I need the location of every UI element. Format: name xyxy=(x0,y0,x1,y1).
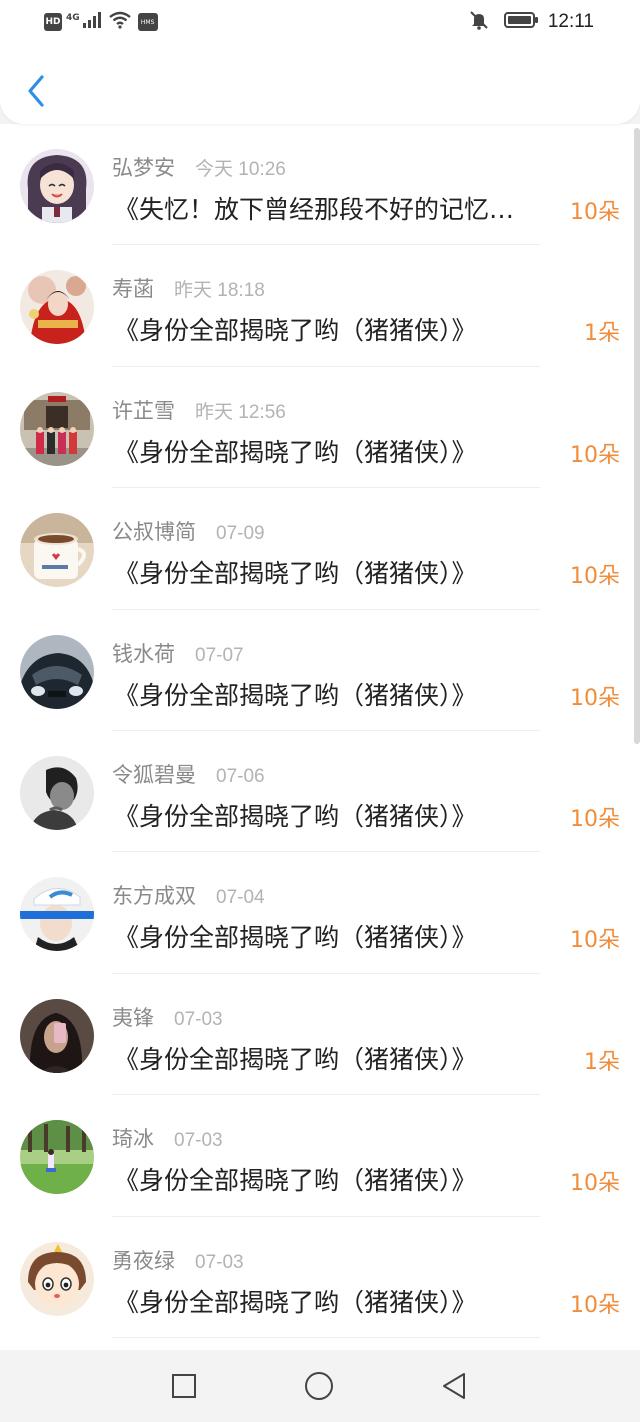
clock: 12:11 xyxy=(547,11,594,32)
work-title[interactable]: 《身份全部揭晓了哟（猪猪侠）》 xyxy=(114,1040,550,1076)
send-time: 昨天 12:56 xyxy=(195,401,286,423)
avatar[interactable] xyxy=(20,391,94,466)
flower-count: 10朵 xyxy=(570,928,620,954)
name-line: 许芷雪 昨天 12:56 xyxy=(112,395,286,425)
sender-name: 弘梦安 xyxy=(112,156,175,180)
list-item[interactable]: 琦冰 07-03 《身份全部揭晓了哟（猪猪侠）》 10朵 xyxy=(0,1095,640,1217)
send-time: 07-07 xyxy=(195,644,244,666)
sender-name: 东方成双 xyxy=(112,884,196,909)
back-button[interactable] xyxy=(18,70,54,112)
send-time: 07-04 xyxy=(216,887,265,909)
flower-count: 10朵 xyxy=(570,564,620,590)
avatar[interactable] xyxy=(20,1241,94,1316)
send-time: 07-03 xyxy=(174,1008,223,1030)
avatar[interactable] xyxy=(20,634,94,709)
sender-name: 公叔博简 xyxy=(112,520,196,545)
list-item[interactable]: 寿菡 昨天 18:18 《身份全部揭晓了哟（猪猪侠）》 1朵 xyxy=(0,245,640,367)
work-title[interactable]: 《身份全部揭晓了哟（猪猪侠）》 xyxy=(114,311,550,347)
avatar[interactable] xyxy=(20,270,94,345)
sender-name: 许芷雪 xyxy=(112,398,175,423)
name-line: 公叔博简 07-09 xyxy=(112,516,265,546)
send-time: 07-06 xyxy=(216,765,265,787)
name-line: 弘梦安 今天 10:26 xyxy=(112,152,286,182)
hms-badge: HMS xyxy=(137,13,158,31)
flower-count: 10朵 xyxy=(570,442,620,468)
scrollbar[interactable] xyxy=(634,128,640,744)
avatar[interactable] xyxy=(20,1120,94,1195)
name-line: 琦冰 07-03 xyxy=(112,1123,223,1153)
name-line: 钱水荷 07-07 xyxy=(112,638,244,668)
list-item[interactable]: 令狐碧曼 07-06 《身份全部揭晓了哟（猪猪侠）》 10朵 xyxy=(0,731,640,853)
work-title[interactable]: 《身份全部揭晓了哟（猪猪侠）》 xyxy=(114,433,550,469)
work-title[interactable]: 《身份全部揭晓了哟（猪猪侠）》 xyxy=(114,676,550,712)
sender-name: 寿菡 xyxy=(112,277,154,302)
avatar[interactable] xyxy=(20,149,94,223)
gift-record-list: 弘梦安 今天 10:26 《失忆！放下曾经那段不好的记忆… 10朵 寿菡 昨天 … xyxy=(0,124,640,1350)
home-button[interactable] xyxy=(303,1370,335,1402)
status-bar: HD 4G HMS 12:11 xyxy=(0,0,640,44)
flower-count: 1朵 xyxy=(584,321,620,347)
avatar[interactable] xyxy=(20,513,94,588)
work-title[interactable]: 《身份全部揭晓了哟（猪猪侠）》 xyxy=(114,797,550,833)
flower-count: 10朵 xyxy=(570,806,620,832)
system-nav-bar xyxy=(0,1350,640,1422)
divider xyxy=(112,1336,540,1338)
sender-name: 勇夜绿 xyxy=(112,1248,175,1273)
name-line: 寿菡 昨天 18:18 xyxy=(112,273,265,303)
recents-button[interactable] xyxy=(168,1370,200,1402)
sender-name: 令狐碧曼 xyxy=(112,762,196,787)
system-back-button[interactable] xyxy=(438,1370,470,1402)
triangle-back-icon xyxy=(443,1373,465,1399)
flower-count: 10朵 xyxy=(570,685,620,711)
name-line: 夷锋 07-03 xyxy=(112,1002,223,1032)
send-time: 今天 10:26 xyxy=(195,159,286,180)
avatar[interactable] xyxy=(20,998,94,1073)
square-icon xyxy=(172,1374,196,1398)
signal-icon xyxy=(82,11,104,33)
name-line: 令狐碧曼 07-06 xyxy=(112,759,265,789)
network-type: 4G xyxy=(66,13,80,23)
wifi-icon xyxy=(108,11,132,33)
send-time: 07-03 xyxy=(174,1130,223,1152)
flower-count: 10朵 xyxy=(570,1171,620,1197)
work-title[interactable]: 《身份全部揭晓了哟（猪猪侠）》 xyxy=(114,918,550,954)
circle-icon xyxy=(305,1372,333,1400)
app-header: HD 4G HMS 12:11 xyxy=(0,0,640,124)
status-right: 12:11 xyxy=(468,10,594,34)
status-left: HD 4G HMS xyxy=(44,10,158,34)
list-item[interactable]: 勇夜绿 07-03 《身份全部揭晓了哟（猪猪侠）》 10朵 xyxy=(0,1217,640,1338)
hd-badge: HD xyxy=(44,13,62,31)
send-time: 07-09 xyxy=(216,523,265,545)
list-item[interactable]: 许芷雪 昨天 12:56 《身份全部揭晓了哟（猪猪侠）》 10朵 xyxy=(0,367,640,489)
name-line: 勇夜绿 07-03 xyxy=(112,1245,244,1275)
back-chevron-icon xyxy=(28,75,44,107)
flower-count: 1朵 xyxy=(584,1049,620,1075)
name-line: 东方成双 07-04 xyxy=(112,880,265,910)
list-item[interactable]: 公叔博简 07-09 《身份全部揭晓了哟（猪猪侠）》 10朵 xyxy=(0,488,640,610)
list-item[interactable]: 钱水荷 07-07 《身份全部揭晓了哟（猪猪侠）》 10朵 xyxy=(0,610,640,731)
list-item[interactable]: 弘梦安 今天 10:26 《失忆！放下曾经那段不好的记忆… 10朵 xyxy=(0,124,640,246)
bell-muted-icon xyxy=(468,9,490,35)
list-item[interactable]: 夷锋 07-03 《身份全部揭晓了哟（猪猪侠）》 1朵 xyxy=(0,974,640,1096)
avatar[interactable] xyxy=(20,877,94,952)
avatar[interactable] xyxy=(20,755,94,830)
send-time: 07-03 xyxy=(195,1251,244,1273)
sender-name: 夷锋 xyxy=(112,1005,154,1030)
work-title[interactable]: 《身份全部揭晓了哟（猪猪侠）》 xyxy=(114,554,550,590)
sender-name: 钱水荷 xyxy=(112,641,175,666)
work-title[interactable]: 《失忆！放下曾经那段不好的记忆… xyxy=(114,190,550,226)
list-item[interactable]: 东方成双 07-04 《身份全部揭晓了哟（猪猪侠）》 10朵 xyxy=(0,852,640,974)
work-title[interactable]: 《身份全部揭晓了哟（猪猪侠）》 xyxy=(114,1161,550,1197)
battery-icon xyxy=(503,11,540,33)
sender-name: 琦冰 xyxy=(112,1127,154,1152)
send-time: 昨天 18:18 xyxy=(174,280,265,302)
work-title[interactable]: 《身份全部揭晓了哟（猪猪侠）》 xyxy=(114,1283,550,1319)
flower-count: 10朵 xyxy=(570,1292,620,1318)
flower-count: 10朵 xyxy=(570,200,620,225)
